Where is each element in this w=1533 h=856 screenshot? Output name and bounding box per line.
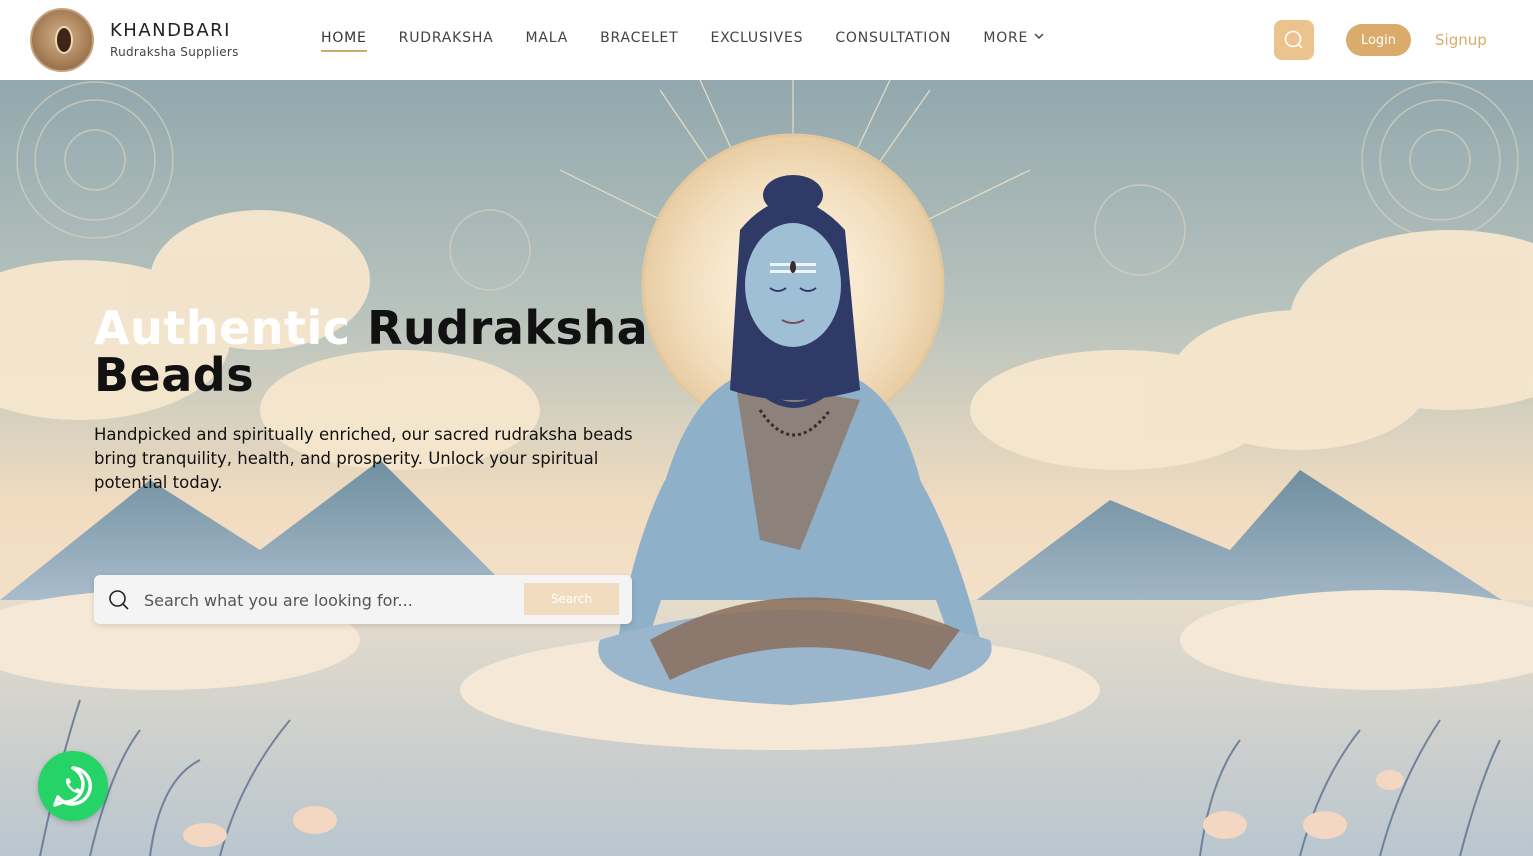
- hero-title: Authentic Rudraksha Beads: [94, 305, 648, 399]
- hero-description: Handpicked and spiritually enriched, our…: [94, 425, 633, 492]
- nav-item-exclusives[interactable]: EXCLUSIVES: [710, 30, 803, 46]
- search-button[interactable]: Search: [524, 583, 619, 615]
- search-icon: [109, 590, 129, 610]
- nav-item-mala[interactable]: MALA: [526, 30, 569, 46]
- brand-name: KHANDBARI: [110, 20, 231, 41]
- hero-search-bar: Search: [94, 575, 632, 624]
- nav-item-bracelet[interactable]: BRACELET: [600, 30, 678, 46]
- chevron-down-icon: [1034, 33, 1044, 40]
- login-button[interactable]: Login: [1346, 24, 1411, 56]
- whatsapp-button[interactable]: [38, 751, 108, 821]
- nav-item-more-label: MORE: [983, 30, 1029, 46]
- signup-link[interactable]: Signup: [1435, 31, 1487, 49]
- search-icon: [1284, 30, 1303, 49]
- hero-title-line2: Beads: [94, 348, 255, 402]
- nav-item-home[interactable]: HOME: [321, 30, 367, 52]
- logo[interactable]: [30, 8, 94, 72]
- whatsapp-icon: [53, 766, 92, 807]
- nav-item-rudraksha[interactable]: RUDRAKSHA: [399, 30, 494, 46]
- brand-tagline: Rudraksha Suppliers: [110, 45, 239, 59]
- header-search-button[interactable]: [1274, 20, 1314, 60]
- brand[interactable]: KHANDBARI Rudraksha Suppliers: [110, 20, 239, 59]
- hero-title-dark: Rudraksha: [367, 301, 649, 355]
- hero-banner: Authentic Rudraksha Beads Handpicked and…: [0, 80, 1533, 856]
- nav-item-consultation[interactable]: CONSULTATION: [835, 30, 951, 46]
- hero-title-light: Authentic: [94, 301, 351, 355]
- search-input[interactable]: [144, 585, 514, 615]
- nav-item-more[interactable]: MORE: [983, 30, 1044, 46]
- site-header: KHANDBARI Rudraksha Suppliers HOME RUDRA…: [0, 0, 1533, 80]
- rudraksha-seed-icon: [55, 26, 73, 54]
- main-nav: HOME RUDRAKSHA MALA BRACELET EXCLUSIVES …: [321, 30, 1076, 52]
